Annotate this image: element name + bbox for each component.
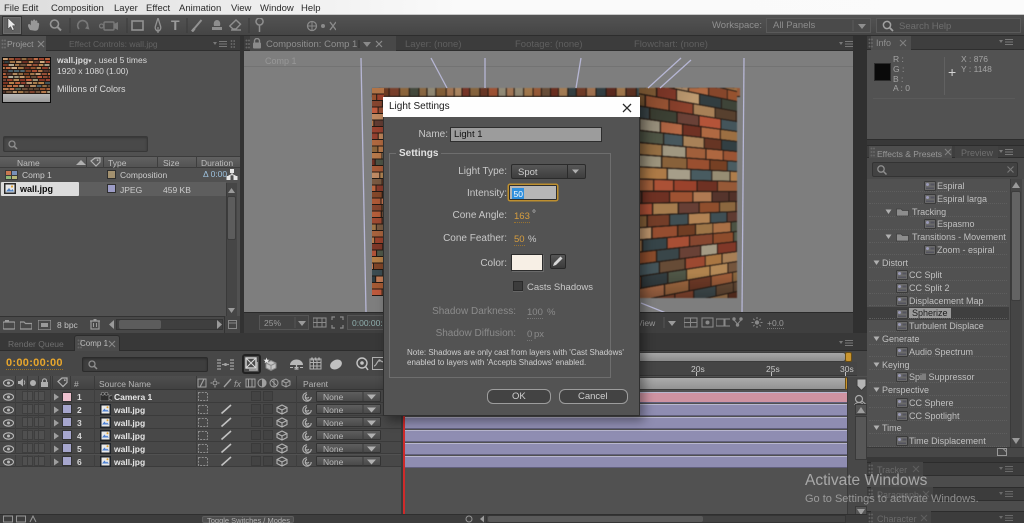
svg-text:fx: fx — [234, 379, 242, 389]
